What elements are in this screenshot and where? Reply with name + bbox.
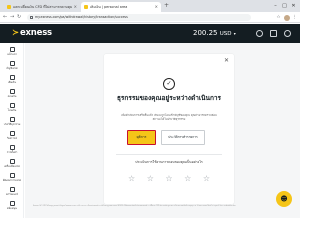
balance-currency: USD [219,31,232,37]
lock-icon [30,16,33,19]
close-window-button[interactable]: ✕ [289,0,298,12]
star-4-icon[interactable]: ☆ [184,174,191,183]
sidebar-item-accounts[interactable]: บัญชีเทรด [0,61,24,70]
back-icon[interactable]: ← [3,12,7,23]
new-tab-button[interactable]: + [164,1,169,11]
browser-tab-1-label: แลกเปลี่ยนเงิน CFD ที่ไม่สามารถควบคุม [13,5,73,9]
star-5-icon[interactable]: ☆ [203,174,210,183]
rating-stars: ☆ ☆ ☆ ☆ ☆ [128,174,210,183]
profile-avatar[interactable] [283,14,290,21]
exness-logo[interactable]: ≻exness [12,27,52,39]
history-icon [9,117,15,122]
home-icon [9,47,15,52]
tab-close-icon[interactable]: × [74,2,77,12]
url-text: my.exness.com/pa/withdrawal/history/tran… [35,15,128,19]
deposit-icon [9,75,15,80]
sidebar-item-label: โอนเงิน [7,109,17,112]
browser-toolbar: ☆ ⋮ [276,12,297,23]
browser-menu-icon[interactable]: ⋮ [293,12,298,23]
exness-favicon-icon [7,5,11,9]
sidebar-item-home[interactable]: หน้าแรก [0,47,24,56]
sidebar-item-label: เติมเงิน [7,81,17,84]
sidebar-item-withdraw[interactable]: ถอนเงิน [0,89,24,98]
sidebar-item-settings[interactable]: การตั้งค่า [0,145,24,154]
chevron-down-icon: ▾ [233,31,236,36]
browser-tab-2[interactable]: เติมเงิน | personal area × [81,2,161,12]
sidebar-item-label: ถอนเงิน [7,95,17,98]
transaction-history-button[interactable]: ประวัติการทำรายการ [161,130,205,145]
analytics-icon [9,131,15,136]
star-2-icon[interactable]: ☆ [147,174,154,183]
sidebar-item-label: ประวัติธุรกรรม [3,123,21,126]
feedback-prompt: ประเมินการใช้งานการถอนของคุณเป็นอย่างไร [135,160,203,164]
user-profile-icon[interactable] [284,30,291,37]
dialog-title: ธุรกรรมของคุณอยู่ระหว่างดำเนินการ [116,94,222,102]
transfer-icon [9,103,15,108]
bookmark-star-icon[interactable]: ☆ [276,12,280,23]
logo-text: exness [19,28,52,38]
support-icon [9,201,15,206]
done-button[interactable]: ยุติการ [127,130,156,145]
header-icons [256,30,291,37]
balance-amount: 200.25 [193,29,218,37]
sidebar-item-deposit[interactable]: เติมเงิน [0,75,24,84]
close-icon[interactable]: ✕ [224,57,229,64]
transaction-status-dialog: ✕ ✓ ธุรกรรมของคุณอยู่ระหว่างดำเนินการ เม… [104,54,234,204]
sidebar-item-label: คัดลอกการเทรด [2,179,22,182]
sidebar-item-label: วิเคราะห์ [6,137,18,140]
tools-icon [9,159,15,164]
sidebar-item-support[interactable]: สนับสนุน [0,201,24,210]
settings-icon [9,145,15,150]
sidebar-item-label: สนับสนุน [6,207,18,210]
browser-tab-2-label: เติมเงิน | personal area [90,5,128,9]
forward-icon[interactable]: → [10,12,14,23]
sidebar-item-tools[interactable]: เครื่องมือเทรด [0,159,24,168]
accounts-icon [9,61,15,66]
sidebar-item-copy-trade[interactable]: คัดลอกการเทรด [0,173,24,182]
sidebar-item-analytics[interactable]: วิเคราะห์ [0,131,24,140]
sidebar-item-label: หน้าแรก [7,53,17,56]
live-chat-button[interactable]: ☻ [276,191,292,207]
sidebar: หน้าแรก บัญชีเทรด เติมเงิน ถอนเงิน โอนเง… [0,43,24,218]
maximize-button[interactable]: □ [280,0,289,12]
success-check-icon: ✓ [163,78,175,90]
sidebar-item-label: พาร์ทเนอร์ [6,193,18,196]
sidebar-item-transfer[interactable]: โอนเงิน [0,103,24,112]
partner-icon [9,187,15,192]
withdraw-icon [9,89,15,94]
app-header: ≻exness 200.25 USD ▾ [0,24,300,43]
sidebar-item-history[interactable]: ประวัติธุรกรรม [0,117,24,126]
star-3-icon[interactable]: ☆ [165,174,172,183]
copy-trade-icon [9,173,15,178]
balance-selector[interactable]: 200.25 USD ▾ [193,29,236,39]
dialog-description: เมื่อดำเนินการเสร็จสิ้นแล้ว เงินจะถูกโอน… [121,113,217,121]
minimize-button[interactable]: – [271,0,280,12]
sidebar-item-partner[interactable]: พาร์ทเนอร์ [0,187,24,196]
grid-apps-icon[interactable] [270,30,277,37]
legal-footer: Exness (SC) LTD ได้รับอนุญาตและกำกับดูแล… [33,206,236,207]
url-input[interactable]: my.exness.com/pa/withdrawal/history/tran… [27,14,251,21]
browser-tab-1[interactable]: แลกเปลี่ยนเงิน CFD ที่ไม่สามารถควบคุม × [4,2,80,12]
logo-mark: ≻ [12,28,19,38]
sidebar-item-label: การตั้งค่า [6,151,18,154]
main-content: ✕ ✓ ธุรกรรมของคุณอยู่ระหว่างดำเนินการ เม… [25,43,300,218]
divider [116,154,222,155]
star-1-icon[interactable]: ☆ [128,174,135,183]
address-bar: ← → ↻ my.exness.com/pa/withdrawal/histor… [0,12,300,23]
sidebar-item-label: เครื่องมือเทรด [4,165,20,168]
reload-icon[interactable]: ↻ [17,12,21,23]
sidebar-item-label: บัญชีเทรด [6,67,18,70]
browser-tab-bar: แลกเปลี่ยนเงิน CFD ที่ไม่สามารถควบคุม × … [0,0,300,12]
tab-close-icon[interactable]: × [155,2,158,12]
window-controls: – □ ✕ [271,0,298,12]
help-icon[interactable] [256,30,263,37]
exness-favicon-icon [84,5,88,9]
